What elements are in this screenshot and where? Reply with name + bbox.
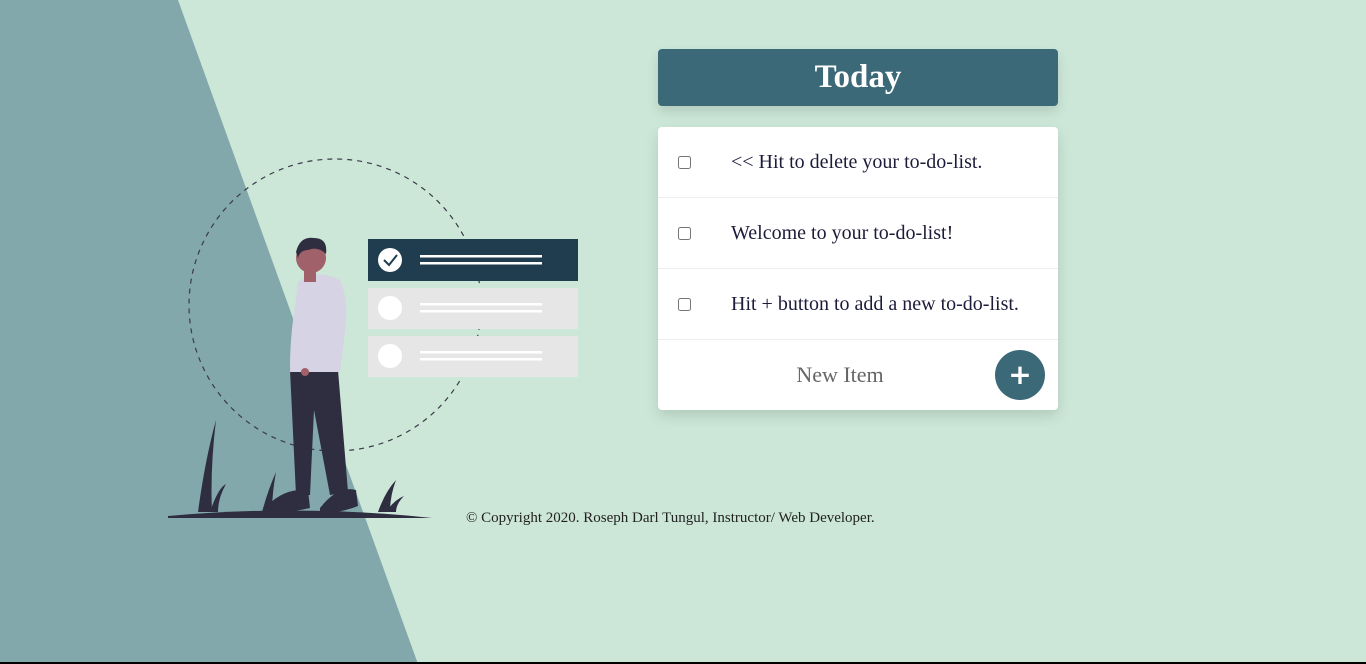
item-text: Welcome to your to-do-list!: [731, 221, 954, 244]
list-item: << Hit to delete your to-do-list.: [658, 127, 1058, 198]
item-checkbox[interactable]: [678, 297, 691, 311]
person-with-checklist-illustration: [168, 158, 578, 518]
item-checkbox[interactable]: [678, 155, 691, 169]
person-figure: [268, 237, 358, 513]
checklist-card-checked: [368, 239, 578, 281]
todo-list-card: << Hit to delete your to-do-list. Welcom…: [658, 127, 1058, 410]
page-title: Today: [814, 59, 902, 95]
new-item-input[interactable]: [678, 354, 1002, 396]
add-item-button[interactable]: +: [995, 350, 1045, 400]
header-bar: Today: [658, 49, 1058, 106]
item-checkbox[interactable]: [678, 226, 691, 240]
checklist-card-empty-1: [368, 288, 578, 329]
copyright-footer: © Copyright 2020. Roseph Darl Tungul, In…: [466, 510, 875, 526]
list-item: Welcome to your to-do-list!: [658, 198, 1058, 269]
list-item: Hit + button to add a new to-do-list.: [658, 269, 1058, 340]
item-text: << Hit to delete your to-do-list.: [731, 150, 983, 173]
checklist-card-empty-2: [368, 336, 578, 377]
item-text: Hit + button to add a new to-do-list.: [731, 292, 1019, 315]
new-item-form: +: [658, 340, 1058, 410]
